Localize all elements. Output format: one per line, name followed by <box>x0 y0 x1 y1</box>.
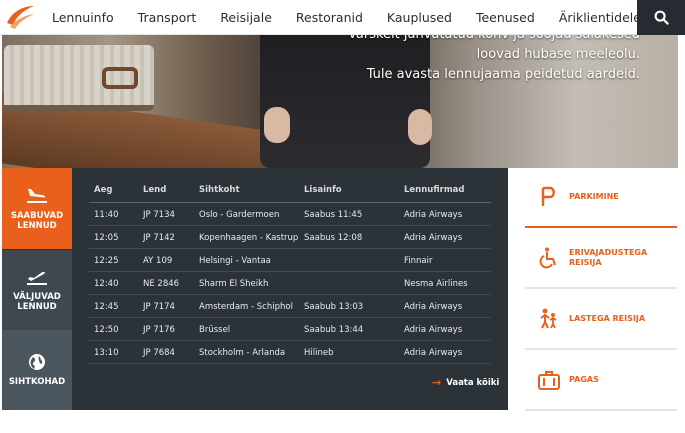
quick-link-label: ERIVAJADUSTEGA REISIJA <box>569 248 648 267</box>
cell-time: 12:50 <box>94 325 119 335</box>
table-row[interactable]: 12:25 AY 109 Helsingi - Vantaa Finnair <box>89 249 491 272</box>
cell-flight: JP 7142 <box>143 233 175 243</box>
quick-link-label: PAGAS <box>569 375 599 384</box>
tab-arrivals[interactable]: SAABUVAD LENNUD <box>2 168 72 249</box>
hero-suitcase-shape <box>4 45 154 111</box>
cell-info: Saabus 11:45 <box>304 210 363 220</box>
family-icon <box>540 308 557 329</box>
cell-time: 12:05 <box>94 233 119 243</box>
cell-airline: Finnair <box>404 256 433 266</box>
hero-text-line: Värskelt jahvatatud kohv ja soojad saiak… <box>348 35 640 45</box>
cell-time: 12:45 <box>94 302 119 312</box>
cell-airline: Adria Airways <box>404 348 463 358</box>
tab-arrivals-label: SAABUVAD LENNUD <box>10 210 64 231</box>
cell-airline: Adria Airways <box>404 325 463 335</box>
quick-links: PARKIMINE ERIVAJADUSTEGA REISIJA LASTEGA… <box>525 168 677 411</box>
view-all-link[interactable]: → Vaata kõiki <box>432 376 499 389</box>
cell-destination: Kopenhaagen - Kastrup <box>199 233 299 243</box>
cell-flight: JP 7176 <box>143 325 175 335</box>
globe-icon <box>29 354 45 370</box>
cell-info: Saabub 13:03 <box>304 302 364 312</box>
cell-time: 13:10 <box>94 348 119 358</box>
table-row[interactable]: 11:40 JP 7134 Oslo - Gardermoen Saabus 1… <box>89 203 491 226</box>
hero-text-line: loovad hubase meeleolu. <box>476 47 640 62</box>
column-header-airline: Lennufirmad <box>404 185 465 195</box>
cell-info: Saabus 12:08 <box>304 233 363 243</box>
nav-item-kauplused[interactable]: Kauplused <box>387 10 452 25</box>
quick-link-special-needs[interactable]: ERIVAJADUSTEGA REISIJA <box>525 229 677 289</box>
hero-hand-shape <box>408 109 432 145</box>
table-row[interactable]: 12:50 JP 7176 Brüssel Saabub 13:44 Adria… <box>89 318 491 341</box>
cell-airline: Adria Airways <box>404 233 463 243</box>
nav-item-transport[interactable]: Transport <box>138 10 197 25</box>
cell-destination: Amsterdam - Schiphol <box>199 302 293 312</box>
cell-flight: JP 7174 <box>143 302 175 312</box>
cell-destination: Sharm El Sheikh <box>199 279 269 289</box>
tab-destinations-label: SIHTKOHAD <box>8 377 66 387</box>
parking-icon <box>541 186 555 206</box>
cell-airline: Adria Airways <box>404 210 463 220</box>
airport-logo-icon[interactable] <box>4 3 36 31</box>
flight-tabs: SAABUVAD LENNUD VÄLJUVAD LENNUD SIHTKOHA… <box>2 168 72 410</box>
search-icon <box>654 10 669 25</box>
cell-destination: Oslo - Gardermoen <box>199 210 280 220</box>
quick-link-luggage[interactable]: PAGAS <box>525 351 677 411</box>
cell-info: Hilineb <box>304 348 334 358</box>
arrivals-table: Aeg Lend Sihtkoht Lisainfo Lennufirmad 1… <box>72 168 508 410</box>
column-header-time: Aeg <box>94 185 113 195</box>
table-row[interactable]: 12:45 JP 7174 Amsterdam - Schiphol Saabu… <box>89 295 491 318</box>
arrival-plane-icon <box>27 188 47 203</box>
cell-flight: JP 7134 <box>143 210 175 220</box>
nav-item-teenused[interactable]: Teenused <box>476 10 535 25</box>
quick-link-label: PARKIMINE <box>569 192 619 201</box>
hero-text-line: Tule avasta lennujaama peidetud aardeid. <box>366 67 640 82</box>
cell-destination: Brüssel <box>199 325 231 335</box>
cell-flight: AY 109 <box>143 256 173 266</box>
cell-airline: Nesma Airlines <box>404 279 468 289</box>
cell-airline: Adria Airways <box>404 302 463 312</box>
search-button[interactable] <box>637 0 685 35</box>
nav-item-lennuinfo[interactable]: Lennuinfo <box>52 10 114 25</box>
column-header-info: Lisainfo <box>304 185 342 195</box>
nav-item-restoranid[interactable]: Restoranid <box>296 10 363 25</box>
top-navigation: Lennuinfo Transport Reisijale Restoranid… <box>0 0 685 35</box>
nav-item-ariklientidele[interactable]: Äriklientidele <box>559 10 641 25</box>
luggage-icon <box>538 371 560 390</box>
nav-menu: Lennuinfo Transport Reisijale Restoranid… <box>40 0 653 35</box>
cell-flight: NE 2846 <box>143 279 180 289</box>
table-row[interactable]: 12:40 NE 2846 Sharm El Sheikh Nesma Airl… <box>89 272 491 295</box>
cell-destination: Stockholm - Arlanda <box>199 348 286 358</box>
nav-item-reisijale[interactable]: Reisijale <box>220 10 272 25</box>
view-all-label: Vaata kõiki <box>446 377 500 388</box>
quick-link-family[interactable]: LASTEGA REISIJA <box>525 290 677 350</box>
cell-time: 12:40 <box>94 279 119 289</box>
hero-banner: Värskelt jahvatatud kohv ja soojad saiak… <box>2 35 678 168</box>
column-header-flight: Lend <box>143 185 167 195</box>
cell-time: 12:25 <box>94 256 119 266</box>
table-row[interactable]: 12:05 JP 7142 Kopenhaagen - Kastrup Saab… <box>89 226 491 249</box>
quick-link-parking[interactable]: PARKIMINE <box>525 168 677 228</box>
tab-destinations[interactable]: SIHTKOHAD <box>2 330 72 410</box>
quick-link-label: LASTEGA REISIJA <box>569 314 646 323</box>
hero-text: Värskelt jahvatatud kohv ja soojad saiak… <box>348 35 640 85</box>
cell-info: Saabub 13:44 <box>304 325 364 335</box>
departure-plane-icon <box>27 271 47 285</box>
table-row[interactable]: 13:10 JP 7684 Stockholm - Arlanda Hiline… <box>89 341 491 364</box>
wheelchair-icon <box>539 247 556 269</box>
cell-time: 11:40 <box>94 210 119 220</box>
column-header-destination: Sihtkoht <box>199 185 240 195</box>
cell-flight: JP 7684 <box>143 348 175 358</box>
cell-destination: Helsingi - Vantaa <box>199 256 271 266</box>
hero-hand-shape <box>264 107 290 143</box>
arrow-right-icon: → <box>432 376 442 389</box>
tab-departures[interactable]: VÄLJUVAD LENNUD <box>2 249 72 330</box>
tab-departures-label: VÄLJUVAD LENNUD <box>13 292 61 312</box>
